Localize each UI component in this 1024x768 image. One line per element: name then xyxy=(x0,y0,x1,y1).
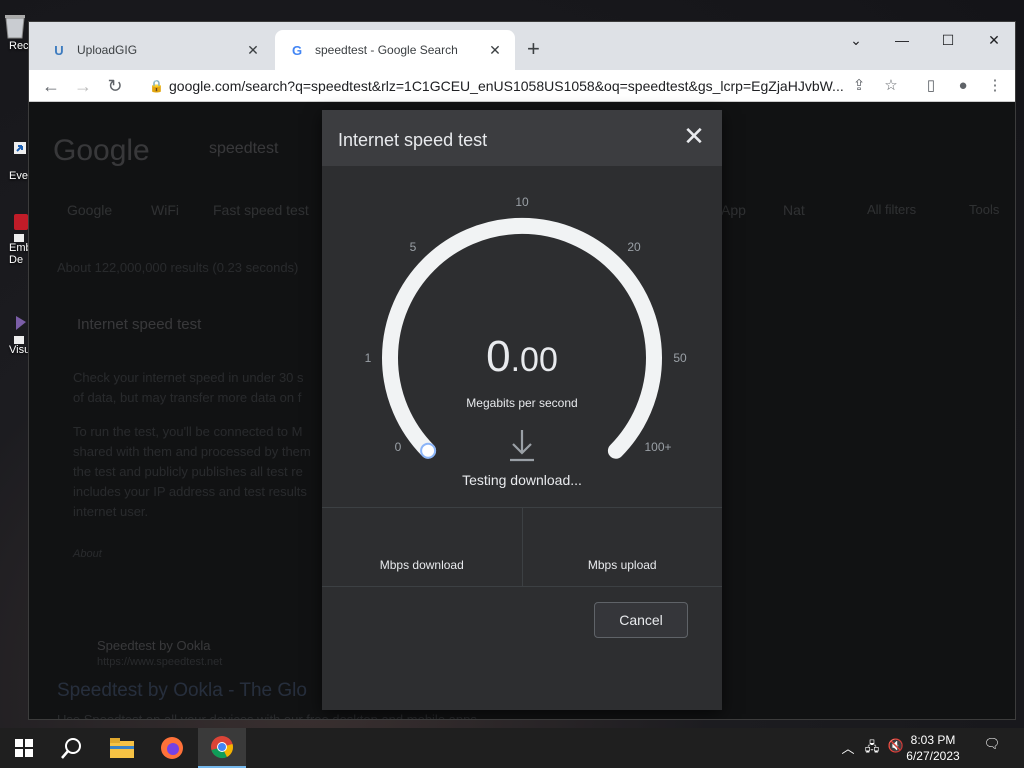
profile-avatar-icon[interactable]: ● xyxy=(951,74,975,98)
browser-window: U UploadGIG ✕ G speedtest - Google Searc… xyxy=(28,21,1016,720)
gauge-tick: 20 xyxy=(627,240,641,254)
tab-title: speedtest - Google Search xyxy=(315,43,458,57)
system-clock[interactable]: 8:03 PM 6/27/2023 xyxy=(898,732,968,764)
reload-icon[interactable]: ↻ xyxy=(101,74,129,98)
visual-studio-icon xyxy=(14,316,26,344)
address-text: google.com/search?q=speedtest&rlz=1C1GCE… xyxy=(169,78,844,94)
tab-search-icon[interactable]: ⌄ xyxy=(833,26,879,54)
tab-strip: U UploadGIG ✕ G speedtest - Google Searc… xyxy=(29,22,1015,70)
dialog-title: Internet speed test xyxy=(338,130,488,150)
firefox-icon xyxy=(161,737,183,759)
results-row: Mbps download Mbps upload xyxy=(322,507,722,587)
address-bar[interactable]: 🔒 google.com/search?q=speedtest&rlz=1C1G… xyxy=(139,72,939,100)
speed-decimal: .00 xyxy=(510,341,558,379)
speed-integer: 0 xyxy=(486,332,511,381)
desktop-icon-label: Rec xyxy=(9,40,29,52)
download-arrow-icon xyxy=(510,430,534,462)
desktop-icon-eve[interactable]: Eve xyxy=(0,140,30,182)
gauge-tick: 10 xyxy=(515,195,529,209)
maximize-button[interactable]: ☐ xyxy=(925,26,971,54)
gauge-tick: 0 xyxy=(394,440,402,454)
test-status: Testing download... xyxy=(462,472,582,488)
speed-test-dialog: Internet speed test ✕ 0 1 5 10 20 50 100… xyxy=(322,110,722,710)
tab-title: UploadGIG xyxy=(77,43,138,57)
new-tab-button[interactable]: + xyxy=(527,36,540,62)
firefox-button[interactable] xyxy=(148,728,196,768)
tray-chevron-icon[interactable]: ︿ xyxy=(838,738,858,757)
search-icon xyxy=(61,738,81,759)
chrome-icon xyxy=(211,736,233,759)
file-explorer-button[interactable] xyxy=(98,728,146,768)
upload-result: Mbps upload xyxy=(521,508,723,586)
desktop-icon-recycle-bin[interactable]: Rec xyxy=(0,10,30,52)
gauge-tick: 5 xyxy=(409,240,417,254)
desktop-icon-label: Emb xyxy=(9,242,32,254)
side-panel-icon[interactable]: ▯ xyxy=(919,74,943,98)
cancel-button[interactable]: Cancel xyxy=(594,602,688,638)
notifications-icon[interactable]: 🗨 xyxy=(982,736,1002,752)
clock-date: 6/27/2023 xyxy=(906,749,960,763)
forward-arrow-icon[interactable]: → xyxy=(69,74,97,98)
recycle-bin-icon xyxy=(5,15,25,39)
chrome-button[interactable] xyxy=(198,728,246,768)
folder-icon xyxy=(110,738,134,758)
desktop-icon-emb[interactable]: Emb De xyxy=(0,212,32,266)
bookmark-star-icon[interactable]: ☆ xyxy=(879,74,903,98)
desktop-icon-label: Eve xyxy=(9,170,28,182)
clock-time: 8:03 PM xyxy=(910,733,956,747)
close-window-button[interactable]: ✕ xyxy=(971,26,1015,54)
desktop-icon-label-2: De xyxy=(9,254,24,266)
tab-speedtest[interactable]: G speedtest - Google Search ✕ xyxy=(275,30,515,70)
gauge-needle-indicator xyxy=(420,442,437,459)
dialog-header: Internet speed test ✕ xyxy=(322,110,722,166)
windows-logo-icon xyxy=(15,739,33,757)
network-icon[interactable]: 🖧 xyxy=(862,738,882,760)
taskbar: ︿ 🖧 🔇 8:03 PM 6/27/2023 🗨 xyxy=(0,728,1024,768)
minimize-button[interactable]: — xyxy=(879,26,925,54)
shortcut-icon xyxy=(14,142,26,154)
download-result: Mbps download xyxy=(322,508,522,586)
speed-unit: Megabits per second xyxy=(466,396,578,410)
desktop-icon-label: Visu xyxy=(9,344,31,356)
desktop-icon-visual-studio[interactable]: Visu xyxy=(0,314,30,356)
lock-icon: 🔒 xyxy=(149,79,164,93)
share-icon[interactable]: ⇪ xyxy=(847,74,871,98)
close-tab-icon[interactable]: ✕ xyxy=(243,42,263,59)
kebab-menu-icon[interactable]: ⋮ xyxy=(983,74,1007,98)
uploadgig-favicon-icon: U xyxy=(54,42,64,58)
upload-label: Mbps upload xyxy=(587,558,657,572)
gauge-tick: 100+ xyxy=(644,440,672,454)
browser-toolbar: ← → ↻ 🔒 google.com/search?q=speedtest&rl… xyxy=(29,70,1015,102)
close-dialog-button[interactable]: ✕ xyxy=(680,122,708,150)
tab-uploadgig[interactable]: U UploadGIG ✕ xyxy=(37,30,273,70)
close-tab-icon[interactable]: ✕ xyxy=(485,42,505,59)
search-button[interactable] xyxy=(48,728,96,768)
download-label: Mbps download xyxy=(379,558,464,572)
google-favicon-icon: G xyxy=(291,42,303,58)
start-button[interactable] xyxy=(0,728,48,768)
speed-readout: 0.00 xyxy=(322,332,722,382)
back-arrow-icon[interactable]: ← xyxy=(37,74,65,98)
app-red-icon xyxy=(14,214,28,242)
